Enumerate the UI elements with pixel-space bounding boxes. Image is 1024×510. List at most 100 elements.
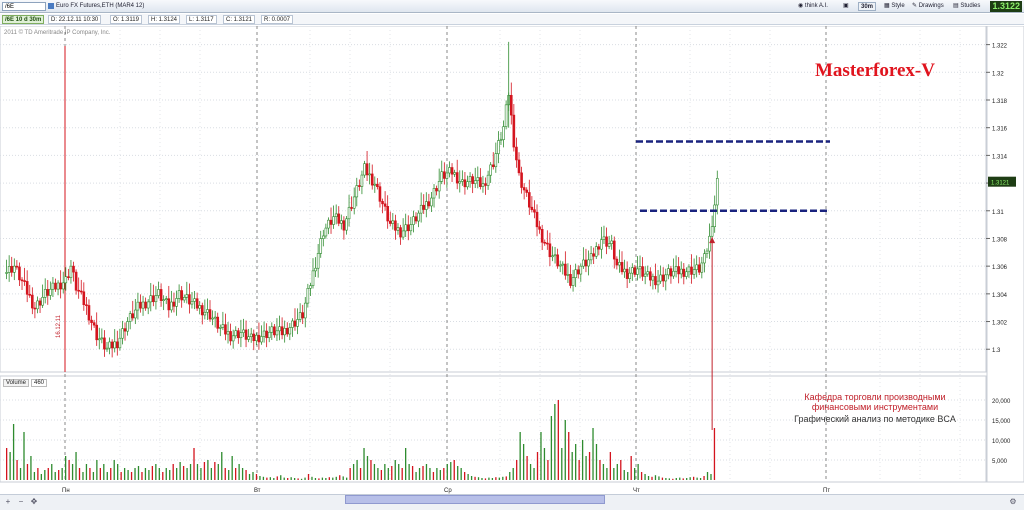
- volume-bar: [280, 475, 282, 480]
- volume-bar: [325, 478, 327, 480]
- candle-body: [219, 327, 222, 329]
- volume-bar: [405, 448, 407, 480]
- interval-button[interactable]: 30m: [858, 2, 877, 11]
- volume-bar: [568, 432, 570, 480]
- drawings-button[interactable]: ✎ Drawings: [912, 2, 944, 11]
- candle-body: [703, 253, 706, 264]
- candle-body: [242, 329, 245, 333]
- volume-bar: [234, 468, 237, 480]
- volume-bar: [422, 466, 424, 480]
- volume-bar: [106, 472, 108, 480]
- volume-bar: [689, 477, 691, 480]
- volume-bar: [623, 470, 625, 480]
- volume-bar: [439, 470, 442, 480]
- symbol-input[interactable]: /6E: [2, 2, 46, 11]
- candle-body: [404, 224, 408, 232]
- candle-body: [121, 328, 124, 339]
- candle-body: [239, 332, 243, 339]
- volume-bar: [12, 424, 15, 480]
- settings-icon[interactable]: ⚙: [1008, 497, 1018, 507]
- volume-bar: [356, 460, 358, 480]
- zoom-out-icon[interactable]: −: [16, 497, 26, 507]
- volume-bar: [613, 468, 615, 480]
- volume-bar: [273, 478, 275, 480]
- candle-body: [391, 220, 395, 224]
- volume-bar: [606, 468, 608, 480]
- volume-bar: [130, 472, 133, 480]
- candle-body: [275, 330, 279, 336]
- candle-body: [643, 273, 647, 277]
- volume-bar: [592, 428, 594, 480]
- candle-body: [661, 274, 665, 282]
- studies-button[interactable]: ▤ Studies: [953, 2, 980, 11]
- volume-bar: [189, 464, 192, 480]
- candle-body: [329, 219, 333, 225]
- candle-body: [340, 220, 343, 224]
- price-tick-label: 1.322: [992, 44, 1008, 50]
- candle-body: [190, 301, 194, 305]
- candle-body: [193, 298, 196, 302]
- candle-body: [625, 268, 629, 279]
- candle-body: [278, 326, 281, 332]
- candle-body: [182, 297, 186, 301]
- volume-bar: [418, 468, 421, 480]
- volume-bar: [349, 468, 351, 480]
- volume-bar: [710, 474, 712, 480]
- volume-bar: [564, 420, 566, 480]
- volume-bar: [172, 464, 174, 480]
- candle-body: [337, 213, 341, 224]
- candle-body: [533, 209, 536, 213]
- symbol-lookup-icon[interactable]: [48, 3, 54, 9]
- candle-body: [7, 265, 11, 273]
- zoom-in-icon[interactable]: +: [3, 497, 13, 507]
- style-button[interactable]: ▦ Style: [884, 2, 905, 11]
- volume-bar: [477, 477, 480, 480]
- volume-bar: [699, 478, 702, 480]
- candle-body: [656, 280, 660, 286]
- candle-body: [136, 301, 140, 311]
- volume-bar: [668, 478, 671, 480]
- camera-icon[interactable]: ▣: [843, 2, 849, 11]
- candle-body: [36, 300, 39, 310]
- candle-body: [306, 288, 310, 304]
- candle-body: [350, 207, 353, 209]
- candle-body: [334, 213, 338, 217]
- volume-bar: [512, 468, 514, 480]
- toolbar: /6E Euro FX Futures,ETH (MAR4 12) ◉ thin…: [0, 0, 1024, 13]
- candle-body: [67, 276, 70, 278]
- think-ai-button[interactable]: ◉ think A.I.: [798, 2, 828, 11]
- volume-bar: [679, 477, 681, 480]
- candle-body: [700, 262, 704, 273]
- candle-body: [638, 266, 642, 270]
- candle-body: [687, 266, 691, 273]
- candle-body: [394, 220, 397, 231]
- candle-body: [54, 282, 57, 290]
- volume-bar: [588, 452, 591, 480]
- candle-body: [576, 269, 580, 275]
- volume-bar: [30, 456, 32, 480]
- volume-bar: [481, 478, 483, 480]
- period-label[interactable]: /6E 10 d 30m: [2, 15, 45, 24]
- time-scrollbar[interactable]: [345, 495, 605, 504]
- candle-body: [185, 294, 189, 298]
- bar-high: H: 1.3124: [148, 15, 181, 24]
- volume-bar: [224, 468, 226, 480]
- volume-bar: [498, 477, 500, 480]
- volume-bar: [571, 452, 573, 480]
- candle-body: [59, 282, 62, 290]
- pan-icon[interactable]: ✥: [29, 497, 39, 507]
- volume-bar: [51, 464, 53, 480]
- volume-bar: [186, 468, 188, 480]
- price-tick-label: 1.314: [992, 154, 1008, 160]
- candle-body: [628, 272, 632, 279]
- candle-body: [527, 192, 531, 208]
- candle-body: [695, 264, 698, 270]
- volume-bar: [453, 460, 455, 480]
- candle-body: [669, 268, 673, 277]
- price-tick-label: 1.304: [992, 293, 1008, 299]
- volume-bar: [259, 476, 261, 480]
- volume-bar: [550, 416, 553, 480]
- volume-bar: [647, 476, 650, 480]
- volume-bar: [26, 464, 29, 480]
- candle-body: [654, 276, 657, 286]
